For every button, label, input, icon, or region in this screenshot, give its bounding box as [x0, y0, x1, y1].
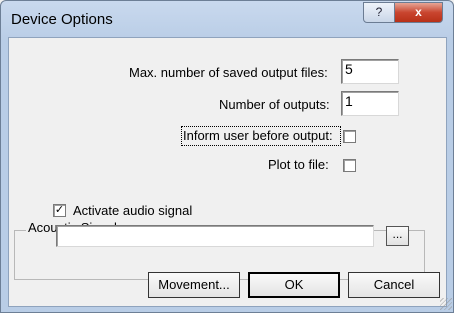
plot-to-file-label: Plot to file:	[268, 157, 329, 172]
close-button[interactable]: x	[394, 2, 443, 23]
browse-button[interactable]: ...	[386, 226, 409, 246]
movement-button[interactable]: Movement...	[148, 272, 240, 298]
num-outputs-input[interactable]: 1	[341, 91, 399, 116]
ok-button[interactable]: OK	[248, 272, 340, 298]
checkmark-icon: ✓	[54, 204, 65, 216]
audio-file-path-input[interactable]	[56, 225, 374, 247]
window-title: Device Options	[11, 11, 113, 28]
max-saved-files-input[interactable]: 5	[341, 59, 399, 84]
activate-audio-checkbox[interactable]: ✓	[53, 204, 66, 217]
title-bar[interactable]: Device Options ? x	[1, 1, 453, 37]
activate-audio-label: Activate audio signal	[73, 203, 193, 218]
resize-grip[interactable]	[440, 298, 452, 310]
num-outputs-label: Number of outputs:	[219, 97, 330, 112]
inform-user-checkbox[interactable]	[343, 130, 356, 143]
inform-user-label: Inform user before output:	[183, 128, 333, 143]
max-saved-files-label: Max. number of saved output files:	[129, 65, 328, 80]
plot-to-file-checkbox[interactable]	[343, 159, 356, 172]
help-button[interactable]: ?	[363, 2, 395, 23]
cancel-button[interactable]: Cancel	[348, 272, 440, 298]
